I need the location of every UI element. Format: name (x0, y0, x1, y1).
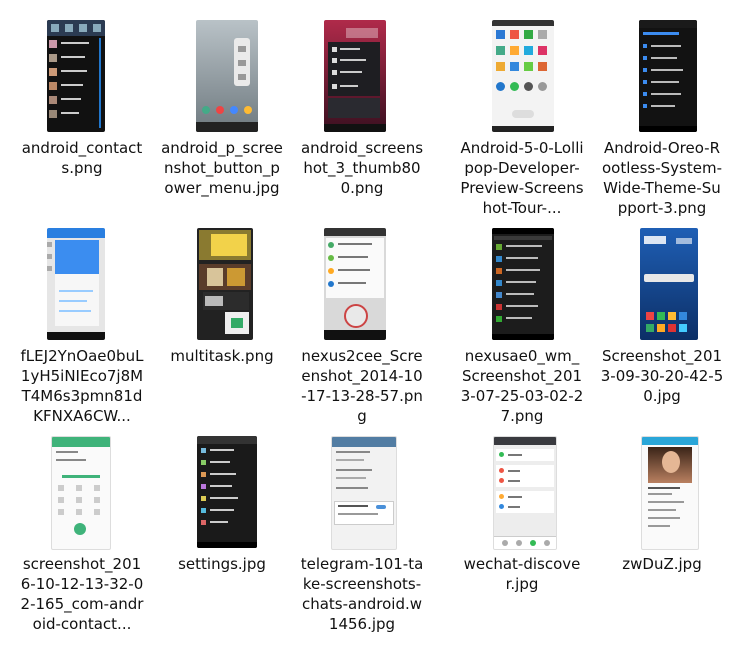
file-name: zwDuZ.jpg (622, 555, 702, 573)
file-name: telegram-101-take-screenshots-chats-andr… (300, 555, 424, 633)
file-name: android_screenshot_3_thumb800.png (300, 139, 424, 197)
thumbnail-image (492, 20, 554, 132)
thumbnail-image (641, 436, 699, 550)
file-name: nexus2cee_Screenshot_2014-10-17-13-28-57… (301, 347, 423, 425)
thumbnail-image (331, 436, 397, 550)
file-name: Android-Oreo-Rootless-System-Wide-Theme-… (601, 139, 723, 217)
thumbnail-image (197, 436, 257, 548)
thumbnail-image (324, 228, 386, 340)
file-name: wechat-discover.jpg (463, 555, 581, 593)
thumbnail-image (639, 20, 697, 132)
thumbnail-image (640, 228, 698, 340)
thumbnail-image (47, 20, 105, 132)
file-name: multitask.png (170, 347, 274, 365)
file-name: fLEJ2YnOae0buL1yH5iNIEco7j8MT4M6s3pmn81d… (20, 347, 144, 425)
thumbnail-image (197, 228, 253, 340)
thumbnail-image (196, 20, 258, 132)
file-name: android_contacts.png (21, 139, 143, 177)
thumbnail-image (493, 436, 557, 550)
file-grid: android_contacts.png android_p_screensho… (0, 0, 742, 648)
file-name: android_p_screenshot_button_power_menu.j… (161, 139, 283, 197)
thumbnail-image (51, 436, 111, 550)
file-name: Screenshot_2013-09-30-20-42-50.jpg (600, 347, 724, 405)
thumbnail-image (47, 228, 105, 340)
thumbnail-image (492, 228, 554, 340)
thumbnail-image (324, 20, 386, 132)
file-name: settings.jpg (178, 555, 266, 573)
file-name: screenshot_2016-10-12-13-32-02-165_com-a… (20, 555, 144, 633)
file-name: nexusae0_wm_Screenshot_2013-07-25-03-02-… (460, 347, 584, 425)
file-name: Android-5-0-Lollipop-Developer-Preview-S… (460, 139, 584, 217)
